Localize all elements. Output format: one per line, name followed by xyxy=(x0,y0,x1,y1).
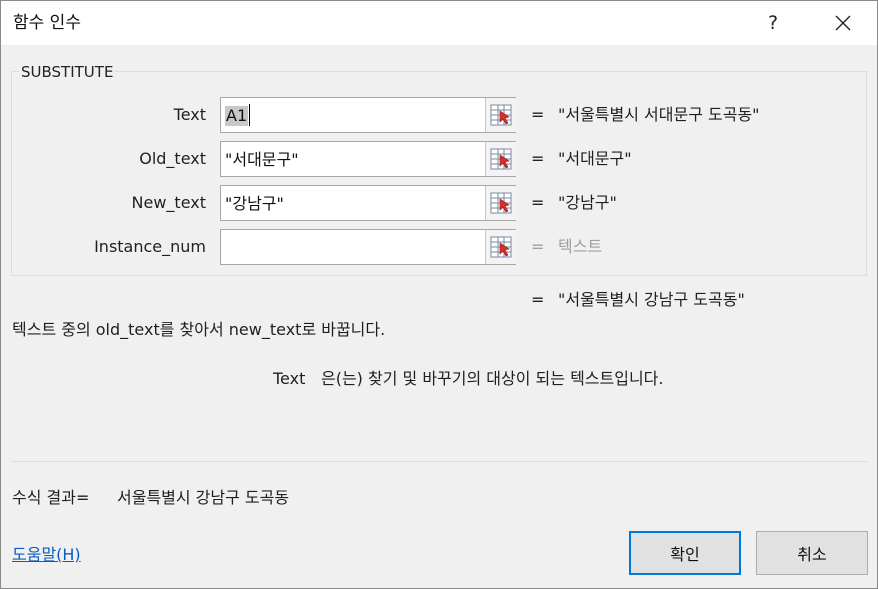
close-icon xyxy=(835,15,851,31)
argument-label-text: Text xyxy=(173,105,206,124)
argument-input-new-text[interactable]: "강남구" xyxy=(220,185,516,221)
formula-result-label: 수식 결과= xyxy=(12,488,90,507)
argument-equals-new-text: = xyxy=(531,193,545,212)
argument-value-old-text: "서대문구" xyxy=(225,150,299,169)
text-cursor xyxy=(249,104,250,126)
argument-input-instance-num[interactable] xyxy=(220,229,516,265)
range-select-button-old-text[interactable] xyxy=(485,142,516,176)
argument-value-text: A1 xyxy=(225,106,249,126)
cancel-button[interactable]: 취소 xyxy=(756,531,868,575)
argument-equals-old-text: = xyxy=(531,149,545,168)
ok-button[interactable]: 확인 xyxy=(629,531,741,575)
argument-help-text: 은(는) 찾기 및 바꾸기의 대상이 되는 텍스트입니다. xyxy=(321,369,664,388)
range-select-button-instance-num[interactable] xyxy=(485,230,516,264)
argument-input-text[interactable]: A1 xyxy=(220,97,516,133)
function-result-value: "서울특별시 강남구 도곡동" xyxy=(558,290,745,309)
argument-equals-instance-num: = xyxy=(531,237,545,256)
range-select-icon xyxy=(490,192,512,214)
argument-row-instance-num: Instance_num = 텍스트 xyxy=(1,229,878,265)
argument-result-instance-num: 텍스트 xyxy=(558,237,603,256)
close-button[interactable] xyxy=(815,1,871,45)
function-arguments-dialog: 함수 인수 ? SUBSTITUTE Text A1 = "서울특별시 서대문구… xyxy=(0,0,878,589)
help-button[interactable]: ? xyxy=(745,1,801,45)
argument-row-text: Text A1 = "서울특별시 서대문구 도곡동" xyxy=(1,97,878,133)
argument-label-instance-num: Instance_num xyxy=(94,237,206,256)
range-select-button-text[interactable] xyxy=(485,98,516,132)
function-description: 텍스트 중의 old_text를 찾아서 new_text로 바꿉니다. xyxy=(12,320,386,339)
range-select-button-new-text[interactable] xyxy=(485,186,516,220)
argument-label-new-text: New_text xyxy=(131,193,206,212)
argument-value-new-text: "강남구" xyxy=(225,194,284,213)
argument-row-old-text: Old_text "서대문구" = "서대문구" xyxy=(1,141,878,177)
argument-result-text: "서울특별시 서대문구 도곡동" xyxy=(558,105,760,124)
divider xyxy=(11,461,867,462)
argument-result-old-text: "서대문구" xyxy=(558,149,632,168)
question-mark-icon: ? xyxy=(767,12,779,34)
argument-input-old-text[interactable]: "서대문구" xyxy=(220,141,516,177)
range-select-icon xyxy=(490,148,512,170)
title-bar: 함수 인수 ? xyxy=(1,1,877,45)
argument-result-new-text: "강남구" xyxy=(558,193,617,212)
dialog-title: 함수 인수 xyxy=(13,13,81,33)
help-link[interactable]: 도움말(H) xyxy=(12,545,81,565)
function-result-equals: = xyxy=(531,290,545,309)
formula-result-value: 서울특별시 강남구 도곡동 xyxy=(117,488,290,507)
argument-help-name: Text xyxy=(273,369,306,388)
range-select-icon xyxy=(490,104,512,126)
argument-equals-text: = xyxy=(531,105,545,124)
range-select-icon xyxy=(490,236,512,258)
function-name: SUBSTITUTE xyxy=(19,63,116,81)
argument-row-new-text: New_text "강남구" = "강남구" xyxy=(1,185,878,221)
argument-label-old-text: Old_text xyxy=(139,149,206,168)
